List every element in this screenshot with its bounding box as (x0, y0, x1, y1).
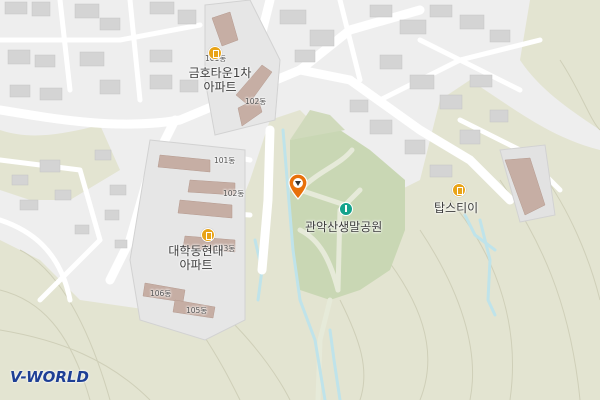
tree-icon[interactable] (339, 202, 353, 216)
building-label-105: 105동 (186, 306, 208, 315)
park-name-label[interactable]: 관악산생말공원 (305, 220, 382, 234)
map-pin-icon[interactable] (288, 174, 308, 200)
building-icon[interactable] (201, 228, 215, 242)
apartment-name-line1: 금호타운1차 (188, 66, 252, 80)
map-canvas (0, 0, 600, 400)
apartment-name-label[interactable]: 대학동현대 아파트 (160, 244, 232, 272)
building-icon[interactable] (208, 46, 222, 60)
building-label-106: 106동 (150, 289, 172, 298)
vworld-logo: V-WORLD (10, 368, 89, 386)
building-label-101: 101동 (214, 156, 236, 165)
map-view[interactable]: 101동 102동 금호타운1차 아파트 101동 102동 103동 106동… (0, 0, 600, 400)
apartment-name-line2: 아파트 (179, 258, 213, 272)
apartment-name-label[interactable]: 금호타운1차 아파트 (180, 66, 260, 94)
apartment-name-line1: 대학동현대 (168, 244, 224, 258)
building-label-102: 102동 (245, 97, 267, 106)
building-icon[interactable] (452, 183, 466, 197)
poi-name-label[interactable]: 탑스티이 (434, 201, 478, 215)
apartment-name-line2: 아파트 (203, 80, 237, 94)
building-label-102: 102동 (223, 189, 245, 198)
